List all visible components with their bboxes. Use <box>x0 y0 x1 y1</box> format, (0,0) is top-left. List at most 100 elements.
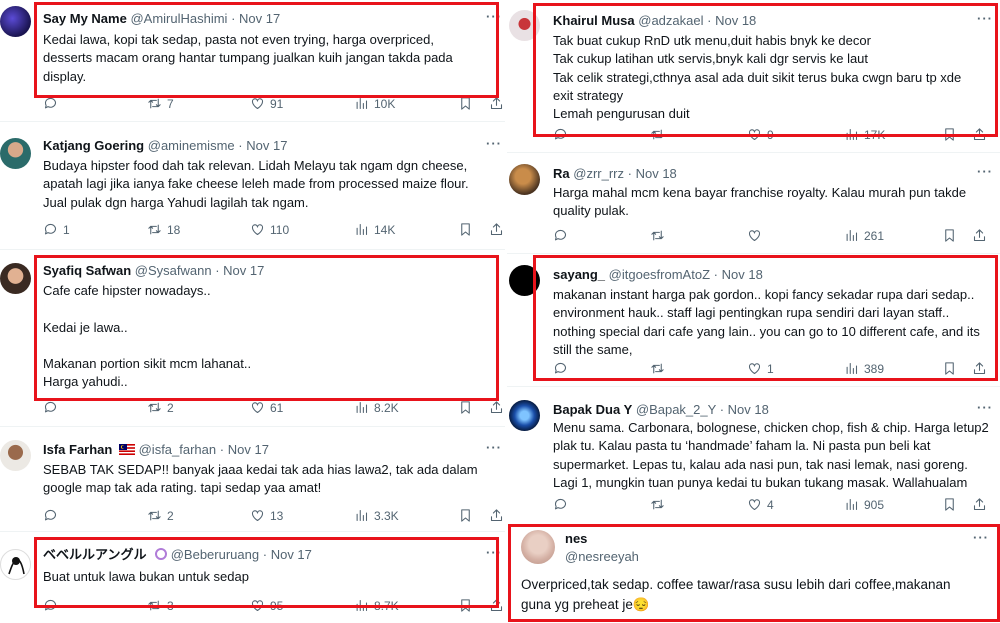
more-icon[interactable]: ··· <box>977 164 993 179</box>
avatar[interactable] <box>0 440 31 471</box>
share-button[interactable] <box>972 127 987 142</box>
author-handle[interactable]: @itgoesfromAtoZ <box>609 267 710 282</box>
share-button[interactable] <box>972 497 987 512</box>
views-button[interactable]: 14K <box>354 222 395 237</box>
share-button[interactable] <box>972 361 987 376</box>
author-handle[interactable]: @zrr_rrz <box>573 166 624 181</box>
avatar[interactable] <box>0 263 31 294</box>
author-handle[interactable]: @AmirulHashimi <box>130 11 227 26</box>
more-icon[interactable]: ··· <box>486 545 502 560</box>
bookmark-button[interactable] <box>458 400 473 415</box>
avatar[interactable] <box>509 265 540 296</box>
like-button[interactable]: 13 <box>250 508 283 523</box>
author-handle[interactable]: @aminemisme <box>148 138 235 153</box>
tweet-ra[interactable]: Ra @zrr_rrz · Nov 18 ··· Harga mahal mcm… <box>507 158 1000 252</box>
retweet-button[interactable] <box>650 497 670 512</box>
more-icon[interactable]: ··· <box>977 400 993 415</box>
share-button[interactable] <box>489 222 504 237</box>
tweet-syafiq-safwan[interactable]: Syafiq Safwan @Sysafwann · Nov 17 Cafe c… <box>0 255 505 425</box>
share-button[interactable] <box>489 96 504 111</box>
retweet-button[interactable]: 7 <box>147 96 174 111</box>
avatar[interactable] <box>509 400 540 431</box>
views-button[interactable]: 8.7K <box>354 598 399 613</box>
bookmark-button[interactable] <box>942 228 957 243</box>
author-name[interactable]: Khairul Musa <box>553 13 635 28</box>
reply-button[interactable] <box>553 127 573 142</box>
tweet-bapak-dua-y[interactable]: Bapak Dua Y @Bapak_2_Y · Nov 18 ··· Menu… <box>507 392 1000 520</box>
tweet-say-my-name[interactable]: Say My Name @AmirulHashimi · Nov 17 ··· … <box>0 0 505 120</box>
like-button[interactable]: 9 <box>747 127 774 142</box>
share-button[interactable] <box>489 598 504 613</box>
like-button[interactable]: 1 <box>747 361 774 376</box>
like-button[interactable] <box>747 228 767 243</box>
retweet-button[interactable] <box>650 361 670 376</box>
tweet-date[interactable]: Nov 18 <box>728 402 769 417</box>
avatar[interactable] <box>509 164 540 195</box>
retweet-button[interactable] <box>650 228 670 243</box>
retweet-button[interactable]: 2 <box>147 508 174 523</box>
author-name[interactable]: Syafiq Safwan <box>43 263 131 278</box>
author-handle[interactable]: @isfa_farhan <box>139 442 217 457</box>
retweet-button[interactable] <box>650 127 670 142</box>
bookmark-button[interactable] <box>458 222 473 237</box>
avatar[interactable] <box>0 138 31 169</box>
views-button[interactable]: 10K <box>354 96 395 111</box>
share-button[interactable] <box>489 400 504 415</box>
like-button[interactable]: 95 <box>250 598 283 613</box>
tweet-date[interactable]: Nov 18 <box>722 267 763 282</box>
avatar[interactable] <box>0 6 31 37</box>
views-button[interactable]: 905 <box>844 497 884 512</box>
author-handle[interactable]: @Bapak_2_Y <box>636 402 716 417</box>
retweet-button[interactable]: 18 <box>147 222 180 237</box>
reply-button[interactable] <box>553 497 573 512</box>
share-button[interactable] <box>972 228 987 243</box>
author-handle[interactable]: @adzakael <box>638 13 703 28</box>
views-button[interactable]: 389 <box>844 361 884 376</box>
retweet-button[interactable]: 3 <box>147 598 174 613</box>
bookmark-button[interactable] <box>458 598 473 613</box>
tweet-date[interactable]: Nov 17 <box>228 442 269 457</box>
like-button[interactable]: 91 <box>250 96 283 111</box>
bookmark-button[interactable] <box>942 127 957 142</box>
author-name[interactable]: Ra <box>553 166 570 181</box>
tweet-date[interactable]: Nov 18 <box>715 13 756 28</box>
retweet-button[interactable]: 2 <box>147 400 174 415</box>
reply-button[interactable]: 1 <box>43 222 70 237</box>
views-button[interactable]: 261 <box>844 228 884 243</box>
like-button[interactable]: 61 <box>250 400 283 415</box>
bookmark-button[interactable] <box>458 96 473 111</box>
views-button[interactable]: 17K <box>844 127 885 142</box>
bookmark-button[interactable] <box>458 508 473 523</box>
like-button[interactable]: 110 <box>250 222 289 237</box>
bookmark-button[interactable] <box>942 361 957 376</box>
author-name[interactable]: Isfa Farhan <box>43 442 112 457</box>
views-button[interactable]: 8.2K <box>354 400 399 415</box>
tweet-khairul-musa[interactable]: Khairul Musa @adzakael · Nov 18 ··· Tak … <box>507 0 1000 150</box>
reply-button[interactable] <box>43 96 63 111</box>
bookmark-button[interactable] <box>942 497 957 512</box>
tweet-sayang[interactable]: sayang_ @itgoesfromAtoZ · Nov 18 makanan… <box>507 259 1000 384</box>
reply-button[interactable] <box>553 228 573 243</box>
tweet-date[interactable]: Nov 18 <box>636 166 677 181</box>
author-name[interactable]: Bapak Dua Y <box>553 402 632 417</box>
more-icon[interactable]: ··· <box>486 136 502 151</box>
avatar[interactable] <box>0 549 31 580</box>
share-button[interactable] <box>489 508 504 523</box>
author-handle[interactable]: @nesreeyah <box>565 549 639 564</box>
more-icon[interactable]: ··· <box>486 440 502 455</box>
author-name[interactable]: nes <box>565 531 587 546</box>
author-name[interactable]: Say My Name <box>43 11 127 26</box>
more-icon[interactable]: ··· <box>486 9 502 24</box>
author-name[interactable]: ベベルルアングル <box>43 548 146 563</box>
tweet-katjang-goering[interactable]: Katjang Goering @aminemisme · Nov 17 ···… <box>0 130 505 248</box>
author-handle[interactable]: @Beberuruang <box>171 547 259 562</box>
reply-button[interactable] <box>43 598 63 613</box>
reply-button[interactable] <box>43 508 63 523</box>
tweet-nes[interactable]: nes @nesreeyah ··· Overpriced,tak sedap.… <box>507 524 1000 623</box>
reply-button[interactable] <box>43 400 63 415</box>
tweet-isfa-farhan[interactable]: Isfa Farhan @isfa_farhan · Nov 17 ··· SE… <box>0 432 505 530</box>
like-button[interactable]: 4 <box>747 497 774 512</box>
author-name[interactable]: Katjang Goering <box>43 138 144 153</box>
tweet-date[interactable]: Nov 17 <box>271 547 312 562</box>
author-name[interactable]: sayang_ <box>553 267 605 282</box>
